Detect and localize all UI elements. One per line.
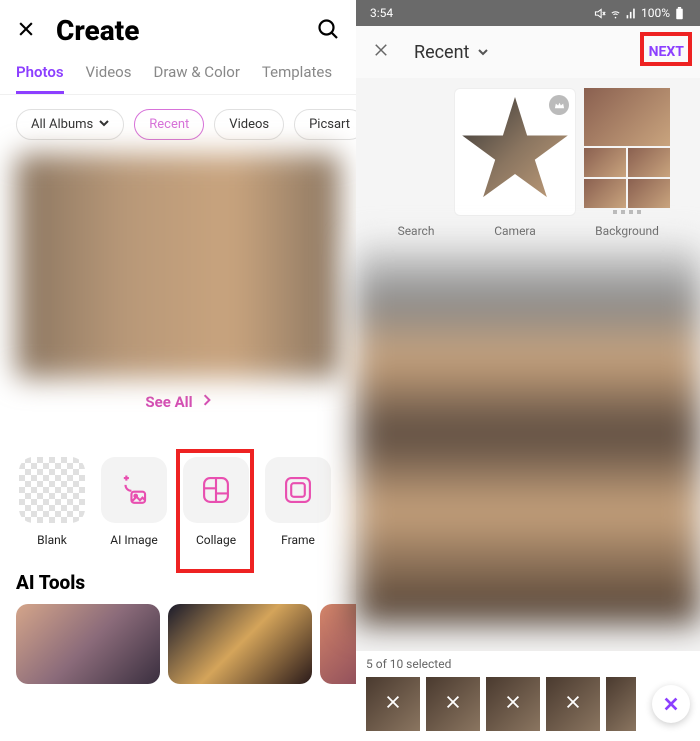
ai-tools-heading: AI Tools	[0, 547, 356, 604]
tab-draw-color[interactable]: Draw & Color	[153, 63, 239, 94]
source-background[interactable]: Background	[584, 88, 670, 238]
chip-picsart[interactable]: Picsart	[294, 109, 356, 140]
chevron-down-icon	[99, 117, 109, 132]
battery-icon	[673, 7, 686, 20]
close-icon[interactable]	[372, 41, 390, 63]
selected-thumb[interactable]	[426, 677, 480, 731]
remove-icon[interactable]	[504, 693, 522, 715]
selected-thumb[interactable]	[486, 677, 540, 731]
picker-header: Recent NEXT	[356, 26, 700, 78]
ai-tool-card[interactable]	[16, 604, 160, 684]
album-dropdown[interactable]: Recent	[414, 42, 489, 63]
source-search[interactable]: Search	[386, 88, 446, 238]
see-all-label: See All	[145, 393, 192, 411]
blank-icon	[19, 457, 85, 523]
search-icon[interactable]	[316, 17, 340, 45]
tool-label: Blank	[37, 533, 67, 547]
tool-ai-image[interactable]: AI Image	[98, 457, 170, 547]
tool-row: Blank AI Image Collage Frame	[0, 457, 356, 547]
tab-templates[interactable]: Templates	[262, 63, 332, 94]
ai-image-icon	[101, 457, 167, 523]
tool-blank[interactable]: Blank	[16, 457, 88, 547]
tool-label: Collage	[196, 533, 236, 547]
collage-icon	[183, 457, 249, 523]
status-time: 3:54	[370, 6, 397, 20]
tool-label: Frame	[281, 533, 315, 547]
ai-tools-cards	[0, 604, 356, 684]
tool-label: AI Image	[110, 533, 157, 547]
status-icons: 100%	[593, 6, 686, 20]
photo-picker-screen: 3:54 100% Recent NEXT Search	[356, 0, 700, 741]
tool-collage[interactable]: Collage	[180, 457, 252, 547]
album-label: Recent	[414, 42, 469, 63]
selected-thumb[interactable]	[366, 677, 420, 731]
remove-icon[interactable]	[564, 693, 582, 715]
selected-thumbs	[366, 677, 690, 731]
filter-row: All Albums Recent Videos Picsart	[0, 95, 356, 154]
signal-icon	[625, 7, 638, 20]
chip-recent[interactable]: Recent	[134, 109, 204, 140]
wifi-icon	[609, 7, 622, 20]
tool-frame[interactable]: Frame	[262, 457, 334, 547]
chevron-right-icon	[203, 392, 211, 411]
clear-selection-button[interactable]	[652, 685, 690, 723]
chip-label: All Albums	[31, 117, 93, 132]
create-screen: Create Photos Videos Draw & Color Templa…	[0, 0, 356, 741]
source-label: Background	[595, 224, 659, 238]
camera-preview	[454, 88, 576, 216]
source-camera[interactable]: Camera	[454, 88, 576, 238]
status-bar: 3:54 100%	[356, 0, 700, 26]
tab-photos[interactable]: Photos	[16, 63, 64, 94]
chip-all-albums[interactable]: All Albums	[16, 109, 124, 140]
selection-count: 5 of 10 selected	[366, 657, 690, 671]
remove-icon[interactable]	[444, 693, 462, 715]
source-row: Search Camera Background	[356, 78, 700, 238]
background-preview	[584, 88, 670, 216]
remove-icon[interactable]	[384, 693, 402, 715]
mute-icon	[593, 7, 606, 20]
gallery-preview[interactable]	[16, 154, 340, 378]
create-header: Create	[0, 0, 356, 57]
see-all-row[interactable]: See All	[0, 392, 356, 411]
chip-videos[interactable]: Videos	[214, 109, 284, 140]
battery-text: 100%	[641, 6, 670, 20]
ai-tool-card[interactable]	[168, 604, 312, 684]
chevron-down-icon	[477, 46, 489, 58]
next-button[interactable]: NEXT	[649, 44, 684, 60]
close-icon[interactable]	[16, 19, 36, 43]
page-title: Create	[56, 14, 139, 47]
source-label: Search	[398, 224, 435, 238]
time-text: 3:54	[370, 6, 393, 20]
selected-thumb[interactable]	[606, 677, 636, 731]
frame-icon	[265, 457, 331, 523]
crown-badge-icon	[549, 95, 569, 115]
tab-videos[interactable]: Videos	[86, 63, 132, 94]
photo-grid[interactable]	[356, 244, 700, 624]
tab-bar: Photos Videos Draw & Color Templates	[0, 63, 356, 95]
source-label: Camera	[494, 224, 536, 238]
selected-thumb[interactable]	[546, 677, 600, 731]
selection-bar: 5 of 10 selected	[356, 651, 700, 741]
